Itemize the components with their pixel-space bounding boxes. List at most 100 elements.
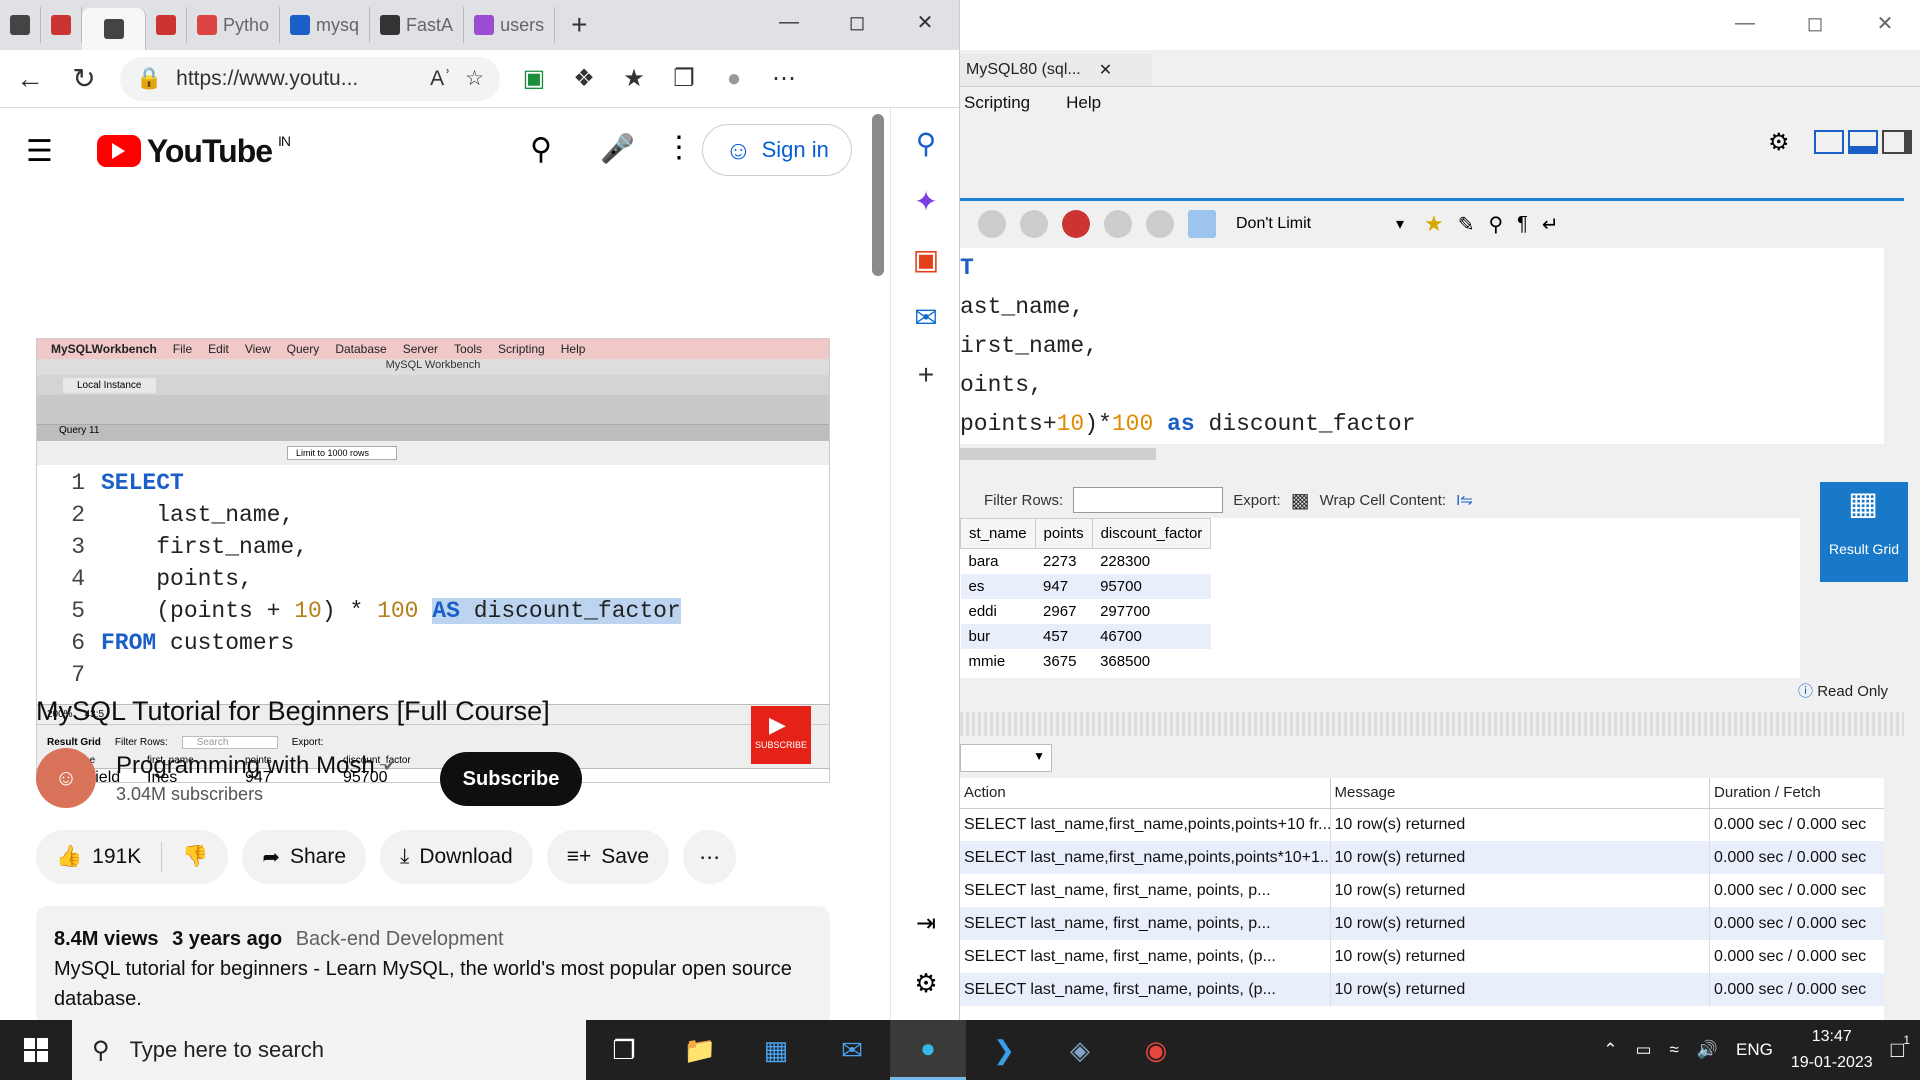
task-view-icon[interactable]: ❐: [586, 1020, 662, 1080]
result-grid-cell[interactable]: mmie: [961, 649, 1036, 674]
browser-tab[interactable]: mysq: [280, 7, 371, 43]
result-grid-cell[interactable]: 2273: [1035, 549, 1092, 574]
output-row[interactable]: SELECT last_name,first_name,points,point…: [960, 841, 1904, 874]
result-grid-cell[interactable]: eddi: [961, 599, 1036, 624]
output-row[interactable]: SELECT last_name, first_name, points, p.…: [960, 907, 1904, 940]
result-grid-button[interactable]: ▦ Result Grid: [1820, 482, 1908, 582]
tab-close-icon[interactable]: ✕: [1099, 60, 1112, 80]
output-vscroll[interactable]: [1884, 778, 1904, 1020]
wrap-cell-icon[interactable]: I⇋: [1456, 491, 1473, 509]
battery-icon[interactable]: ▭: [1635, 1040, 1651, 1060]
commit-icon[interactable]: [1104, 210, 1132, 238]
output-type-select[interactable]: ▼: [960, 744, 1052, 772]
browser-tab[interactable]: [41, 7, 82, 43]
result-grid-column[interactable]: st_name: [960, 518, 1036, 549]
autocommit-icon[interactable]: [1188, 210, 1216, 238]
like-button[interactable]: 👍 191K 👎: [36, 830, 229, 884]
output-row[interactable]: SELECT last_name,first_name,points,point…: [960, 808, 1904, 841]
favorites-icon[interactable]: ★: [618, 64, 650, 93]
browser-tab[interactable]: [0, 7, 41, 43]
tray-chevron-icon[interactable]: ⌃: [1603, 1040, 1617, 1060]
chrome-icon[interactable]: ◉: [1118, 1020, 1194, 1080]
result-grid-cell[interactable]: 228300: [1092, 549, 1211, 574]
rollback-icon[interactable]: [1146, 210, 1174, 238]
extension-green-icon[interactable]: ▣: [518, 64, 550, 93]
close-button[interactable]: ✕: [891, 0, 959, 44]
result-grid-cell[interactable]: 368500: [1092, 649, 1211, 674]
wifi-icon[interactable]: ≈: [1670, 1040, 1679, 1060]
sign-in-button[interactable]: ☺ Sign in: [702, 124, 852, 176]
more-menu-icon[interactable]: ⋯: [768, 64, 800, 93]
channel-name[interactable]: Programming with Mosh: [116, 752, 375, 780]
microsoft-store-icon[interactable]: ▦: [738, 1020, 814, 1080]
sidebar-settings-icon[interactable]: ⚙: [891, 954, 959, 1012]
hamburger-icon[interactable]: ☰: [26, 134, 53, 169]
page-scrollbar[interactable]: [872, 114, 884, 276]
sidebar-add-icon[interactable]: +: [891, 346, 959, 404]
taskbar-search[interactable]: ⚲ Type here to search: [72, 1020, 586, 1080]
result-grid-row[interactable]: mmie 3675 368500: [961, 649, 1211, 674]
result-grid-row[interactable]: es 947 95700: [960, 573, 1211, 599]
start-button[interactable]: [0, 1020, 72, 1080]
download-button[interactable]: ⤓ Download: [380, 830, 533, 884]
browser-tab[interactable]: users: [464, 7, 556, 43]
result-grid-row[interactable]: bur 457 46700: [960, 623, 1211, 649]
notification-icon[interactable]: □ 1: [1891, 1033, 1910, 1063]
subscribe-watermark[interactable]: ▶ SUBSCRIBE: [751, 706, 811, 764]
sidebar-hide-icon[interactable]: ⇥: [891, 894, 959, 952]
save-button[interactable]: ≡+ Save: [546, 830, 670, 884]
explain-icon[interactable]: [978, 210, 1006, 238]
panel-toggle-bottom-icon[interactable]: [1848, 130, 1878, 154]
reload-icon[interactable]: ↻: [66, 62, 102, 95]
panel-toggle-right-icon[interactable]: [1882, 130, 1912, 154]
result-grid-cell[interactable]: 2967: [1035, 599, 1092, 624]
volume-icon[interactable]: 🔊: [1697, 1040, 1718, 1060]
youtube-logo[interactable]: YouTube IN: [96, 133, 291, 170]
file-explorer-icon[interactable]: 📁: [662, 1020, 738, 1080]
output-column[interactable]: Duration / Fetch: [1709, 778, 1904, 809]
favorite-add-icon[interactable]: ☆: [465, 66, 484, 91]
filter-rows-input[interactable]: [1073, 487, 1224, 513]
wb-maximize-button[interactable]: ◻: [1780, 0, 1850, 46]
result-grid-row[interactable]: eddi 2967 297700: [961, 599, 1211, 624]
thumbs-down-icon[interactable]: 👎: [182, 845, 208, 869]
result-grid-cell[interactable]: es: [960, 573, 1036, 599]
result-grid-cell[interactable]: bur: [960, 623, 1036, 649]
result-grid-column[interactable]: discount_factor: [1091, 518, 1212, 549]
language-indicator[interactable]: ENG: [1736, 1040, 1773, 1060]
output-row[interactable]: SELECT last_name, first_name, points, (p…: [960, 973, 1904, 1006]
maximize-button[interactable]: ◻: [823, 0, 891, 44]
find-icon[interactable]: ⚲: [1489, 212, 1504, 237]
result-grid-cell[interactable]: 457: [1035, 623, 1093, 649]
output-column[interactable]: Message: [1330, 778, 1711, 809]
minimize-button[interactable]: —: [755, 0, 823, 44]
connection-tab[interactable]: MySQL80 (sql... ✕: [960, 54, 1152, 86]
share-button[interactable]: ➦ Share: [242, 830, 367, 884]
mysql-workbench-icon[interactable]: ◈: [1042, 1020, 1118, 1080]
more-actions-button[interactable]: ⋯: [683, 830, 737, 884]
result-grid-cell[interactable]: 46700: [1092, 623, 1211, 649]
result-grid-cell[interactable]: 95700: [1092, 573, 1211, 599]
new-tab-button[interactable]: +: [571, 9, 587, 41]
result-grid[interactable]: st_name points discount_factor bara 2273 2283…: [960, 518, 1800, 678]
result-grid-column[interactable]: points: [1034, 518, 1093, 549]
subscribe-button[interactable]: Subscribe: [440, 752, 582, 806]
channel-avatar[interactable]: ☺: [36, 748, 96, 808]
wb-menu-item[interactable]: Scripting: [964, 93, 1030, 113]
sql-editor[interactable]: Tast_name, irst_name, oints, points+ 10)* 100…: [960, 248, 1884, 444]
browser-tab[interactable]: Pytho: [187, 7, 281, 43]
sidebar-search-icon[interactable]: ⚲: [891, 114, 959, 172]
collections-icon[interactable]: ❐: [668, 64, 700, 93]
category-link[interactable]: Back-end Development: [296, 928, 504, 950]
edge-icon[interactable]: ●: [890, 1020, 966, 1080]
result-grid-cell[interactable]: 297700: [1092, 599, 1211, 624]
wb-menu-item[interactable]: Help: [1066, 93, 1101, 113]
wb-close-button[interactable]: ✕: [1850, 0, 1920, 46]
result-grid-row[interactable]: bara 2273 228300: [961, 549, 1211, 574]
result-grid-cell[interactable]: 3675: [1035, 649, 1092, 674]
error-toggle-icon[interactable]: [1062, 210, 1090, 238]
editor-hscroll[interactable]: [960, 444, 1904, 464]
panel-toggle-left-icon[interactable]: [1814, 130, 1844, 154]
invisible-chars-icon[interactable]: ¶: [1517, 213, 1528, 236]
stop-icon[interactable]: [1020, 210, 1048, 238]
